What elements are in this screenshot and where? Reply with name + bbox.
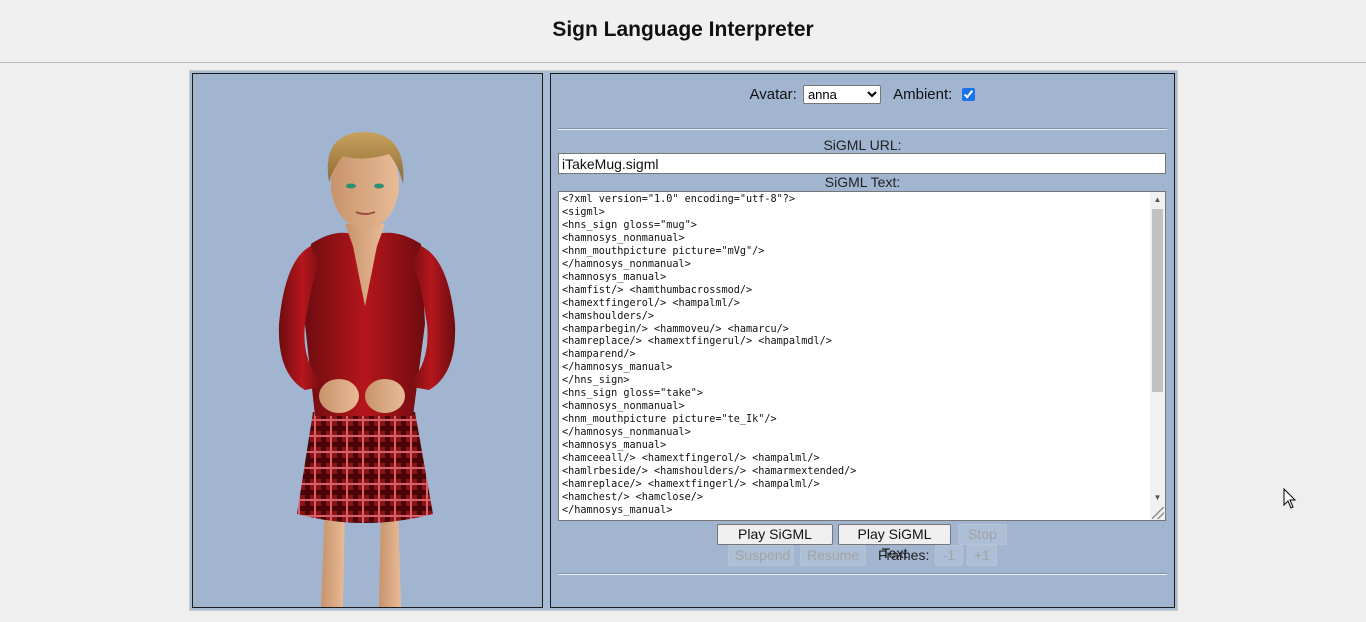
- avatar-label: Avatar:: [749, 86, 797, 103]
- frame-minus-button[interactable]: -1: [935, 545, 963, 566]
- ambient-label: Ambient:: [893, 86, 953, 103]
- avatar-select[interactable]: anna: [802, 85, 881, 104]
- sigml-url-label: SiGML URL:: [823, 137, 902, 153]
- play-sigml-url-button[interactable]: Play SiGML URL: [717, 524, 833, 561]
- control-panel: Avatar: anna Ambient: SiGML URL: SiGML T…: [550, 73, 1175, 608]
- stop-button[interactable]: Stop: [958, 524, 1007, 545]
- sigml-text-area[interactable]: <?xml version="1.0" encoding="utf-8"?> <…: [558, 191, 1166, 521]
- scroll-up-arrow-icon[interactable]: ▲: [1150, 192, 1165, 208]
- suspend-button[interactable]: Suspend: [728, 545, 794, 566]
- ambient-checkbox[interactable]: [962, 88, 976, 101]
- avatar-panel: [192, 73, 543, 608]
- scrollbar-thumb[interactable]: [1152, 209, 1163, 392]
- sigml-url-input[interactable]: [558, 153, 1166, 174]
- sigml-text-label: SiGML Text:: [824, 174, 901, 190]
- vertical-scrollbar[interactable]: ▲ ▼: [1150, 192, 1165, 520]
- scroll-down-arrow-icon[interactable]: ▼: [1150, 490, 1165, 506]
- sigml-text-content[interactable]: <?xml version="1.0" encoding="utf-8"?> <…: [562, 194, 1147, 518]
- play-sigml-text-button[interactable]: Play SiGML Text: [838, 524, 951, 561]
- resize-grip-icon[interactable]: [1152, 507, 1164, 519]
- divider: [558, 128, 1167, 130]
- frames-label: Frames:: [878, 547, 930, 563]
- mouse-pointer-icon: [1283, 488, 1297, 509]
- frame-plus-button[interactable]: +1: [967, 545, 997, 566]
- avatar-figure: [278, 132, 456, 607]
- avatar-row: Avatar: anna Ambient:: [551, 85, 1174, 107]
- resume-button[interactable]: Resume: [800, 545, 866, 566]
- page-header: Sign Language Interpreter: [0, 0, 1366, 63]
- divider: [558, 573, 1167, 575]
- page-title: Sign Language Interpreter: [552, 18, 814, 41]
